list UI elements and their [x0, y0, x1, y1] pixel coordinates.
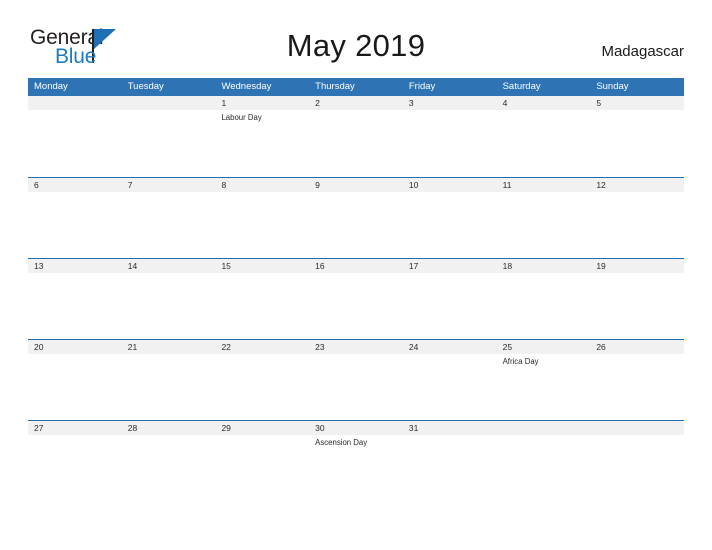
day-event: [215, 192, 309, 258]
weekday-thursday: Thursday: [315, 81, 355, 92]
day-number[interactable]: 11: [497, 178, 591, 192]
day-event: [28, 435, 122, 501]
day-number[interactable]: 12: [590, 178, 684, 192]
day-event: [403, 192, 497, 258]
day-number[interactable]: [497, 421, 591, 435]
week-event-band: Labour Day: [28, 110, 684, 176]
week-date-band: 13 14 15 16 17 18 19: [28, 259, 684, 273]
week-date-band: 1 2 3 4 5: [28, 96, 684, 110]
weekday-tuesday: Tuesday: [127, 81, 164, 92]
day-number[interactable]: 22: [215, 340, 309, 354]
day-event: [403, 354, 497, 420]
page-header: General Blue May 2019 Madagascar: [28, 26, 684, 74]
day-number[interactable]: 26: [590, 340, 684, 354]
day-event: Africa Day: [502, 357, 539, 366]
day-number[interactable]: 2: [309, 96, 403, 110]
day-event: [28, 192, 122, 258]
week-date-band: 6 7 8 9 10 11 12: [28, 178, 684, 192]
weekday-sunday: Sunday: [596, 81, 629, 92]
day-number[interactable]: 10: [403, 178, 497, 192]
day-number[interactable]: 3: [403, 96, 497, 110]
weekday-wednesday: Wednesday: [221, 81, 272, 92]
day-event: [497, 435, 591, 501]
week-row: 6 7 8 9 10 11 12: [28, 177, 684, 258]
day-number[interactable]: 28: [122, 421, 216, 435]
day-event: [28, 110, 122, 176]
day-event: Labour Day: [221, 113, 262, 122]
day-number[interactable]: 25: [497, 340, 591, 354]
day-number[interactable]: [590, 421, 684, 435]
weekday-monday: Monday: [34, 81, 68, 92]
week-row: 27 28 29 30 31 Ascension Day: [28, 420, 684, 501]
week-row: 1 2 3 4 5 Labour Day: [28, 96, 684, 177]
day-event: [590, 435, 684, 501]
day-event: [497, 192, 591, 258]
weekday-friday: Friday: [408, 81, 436, 92]
day-number[interactable]: 16: [309, 259, 403, 273]
weekday-saturday: Saturday: [502, 81, 541, 92]
week-date-band: 27 28 29 30 31: [28, 421, 684, 435]
day-number[interactable]: 23: [309, 340, 403, 354]
day-event: [497, 273, 591, 339]
day-number[interactable]: 8: [215, 178, 309, 192]
week-event-band: Ascension Day: [28, 435, 684, 501]
day-event: [309, 273, 403, 339]
day-number[interactable]: 17: [403, 259, 497, 273]
country-label: Madagascar: [601, 43, 684, 60]
day-event: [309, 354, 403, 420]
week-row: 13 14 15 16 17 18 19: [28, 258, 684, 339]
day-number[interactable]: 21: [122, 340, 216, 354]
day-event: [590, 273, 684, 339]
day-number[interactable]: 30: [309, 421, 403, 435]
week-row: 20 21 22 23 24 25 26 Africa Day: [28, 339, 684, 420]
day-event: [28, 273, 122, 339]
day-event: [122, 273, 216, 339]
day-number[interactable]: 20: [28, 340, 122, 354]
day-number[interactable]: 15: [215, 259, 309, 273]
week-event-band: [28, 273, 684, 339]
calendar-grid: Monday Tuesday Wednesday Thursday Friday…: [28, 78, 684, 501]
week-event-band: Africa Day: [28, 354, 684, 420]
page-title: May 2019: [286, 28, 426, 63]
day-event: [28, 354, 122, 420]
week-date-band: 20 21 22 23 24 25 26: [28, 340, 684, 354]
day-event: [215, 435, 309, 501]
day-number[interactable]: 6: [28, 178, 122, 192]
day-number[interactable]: 24: [403, 340, 497, 354]
day-event: [309, 192, 403, 258]
day-event: [403, 435, 497, 501]
day-number[interactable]: 13: [28, 259, 122, 273]
day-number[interactable]: 31: [403, 421, 497, 435]
day-event: [590, 110, 684, 176]
day-event: [497, 110, 591, 176]
weekday-header-row: Monday Tuesday Wednesday Thursday Friday…: [28, 78, 684, 96]
day-number[interactable]: 29: [215, 421, 309, 435]
day-number[interactable]: 4: [497, 96, 591, 110]
week-event-band: [28, 192, 684, 258]
day-event: [309, 110, 403, 176]
day-number[interactable]: 19: [590, 259, 684, 273]
day-number[interactable]: 18: [497, 259, 591, 273]
day-event: [122, 354, 216, 420]
day-number[interactable]: 1: [215, 96, 309, 110]
day-number[interactable]: 7: [122, 178, 216, 192]
day-number[interactable]: [122, 96, 216, 110]
day-event: [590, 192, 684, 258]
day-number[interactable]: 14: [122, 259, 216, 273]
day-number[interactable]: [28, 96, 122, 110]
day-event: [215, 273, 309, 339]
day-number[interactable]: 5: [590, 96, 684, 110]
day-event: [403, 110, 497, 176]
day-event: Ascension Day: [315, 438, 368, 447]
day-event: [590, 354, 684, 420]
day-event: [403, 273, 497, 339]
calendar-page: General Blue May 2019 Madagascar Monday …: [0, 0, 712, 550]
day-number[interactable]: 9: [309, 178, 403, 192]
day-number[interactable]: 27: [28, 421, 122, 435]
day-event: [122, 110, 216, 176]
day-event: [122, 435, 216, 501]
day-event: [122, 192, 216, 258]
day-event: [215, 354, 309, 420]
